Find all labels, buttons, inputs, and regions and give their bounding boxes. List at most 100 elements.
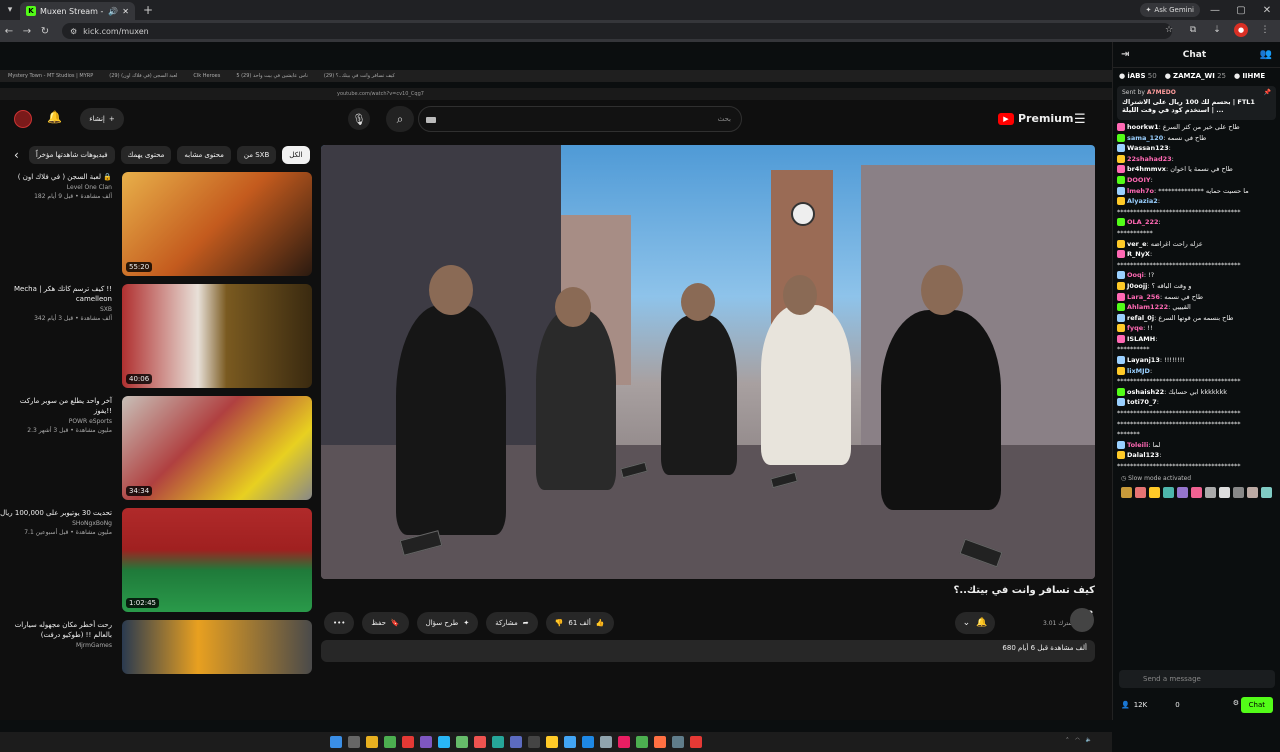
bookmark-star-icon[interactable]: ☆ [1162, 23, 1176, 37]
chat-username[interactable]: refal_0j [1127, 314, 1154, 322]
pinned-message[interactable]: Sent by A7MEDO 📌 بحسم لك 100 ريال على ال… [1117, 86, 1276, 120]
ask-gemini-button[interactable]: ✦ Ask Gemini [1139, 3, 1200, 17]
create-button[interactable]: إنشاء + [80, 108, 124, 130]
chevron-left-icon[interactable]: ‹ [14, 148, 19, 162]
start-icon[interactable] [330, 736, 342, 748]
chip-all[interactable]: الكل [282, 146, 310, 164]
emote[interactable] [1149, 486, 1160, 498]
channel-avatar[interactable] [1070, 608, 1094, 632]
forward-icon[interactable]: → [18, 26, 36, 37]
app-icon[interactable] [546, 736, 558, 748]
chat-username[interactable]: Wassan123 [1127, 144, 1169, 152]
video-description[interactable]: 680 ألف مشاهدة قبل 6 أيام [321, 640, 1095, 662]
chat-username[interactable]: lmeh7o [1127, 187, 1154, 195]
search-taskbar-icon[interactable] [348, 736, 360, 748]
recommendation-item[interactable]: Mecha | كيف ترسم كاتك هكر !! camelleon SX… [0, 282, 312, 390]
emote[interactable] [1205, 486, 1216, 498]
chat-username[interactable]: oshaish22 [1127, 388, 1164, 396]
url-field[interactable]: ⚙ kick.com/muxen [62, 23, 1172, 39]
app-icon[interactable] [582, 736, 594, 748]
user-avatar[interactable] [14, 110, 32, 128]
minimize-icon[interactable]: — [1202, 0, 1228, 20]
site-info-icon[interactable]: ⚙ [70, 27, 77, 36]
reload-icon[interactable]: ↻ [36, 26, 54, 37]
rec-thumbnail[interactable] [122, 172, 312, 276]
downloads-icon[interactable]: ⇣ [1210, 23, 1224, 37]
app-icon[interactable] [492, 736, 504, 748]
chat-username[interactable]: 22shahad23 [1127, 155, 1172, 163]
recommendation-item[interactable]: تحديت 30 يوتيوبر على 100,000 ريال SHoNgxB… [0, 506, 312, 614]
keyboard-icon[interactable] [426, 117, 436, 123]
subscribe-notify-button[interactable]: ⌄ 🔔 [955, 612, 995, 634]
rec-thumbnail[interactable] [122, 396, 312, 500]
stream-player[interactable]: Mystery Town - MT Studios | MYRP لعبة ال… [0, 42, 1112, 752]
emote[interactable] [1233, 486, 1244, 498]
app-icon[interactable] [600, 736, 612, 748]
emote[interactable] [1121, 486, 1132, 498]
browser-tab[interactable]: K Muxen Stream - Watch Live 🔊 ✕ [20, 2, 135, 20]
profile-avatar[interactable]: ● [1234, 23, 1248, 37]
recommendation-item[interactable]: رحت أخطر مكان مجهوله سيارات بالعالم !! (… [0, 618, 312, 674]
app-icon[interactable] [474, 736, 486, 748]
chat-username[interactable]: br4hmmvx [1127, 165, 1166, 173]
emote[interactable] [1135, 486, 1146, 498]
ask-button[interactable]: طرح سؤال ✦ [416, 612, 479, 634]
chat-username[interactable]: DOOIY [1127, 176, 1151, 184]
chat-username[interactable]: Alyazia2 [1127, 197, 1158, 205]
gifter[interactable]: ● ZAMZA_WI 25 [1165, 72, 1226, 80]
dislike-icon[interactable]: 👎 [555, 619, 564, 627]
chat-username[interactable]: Ooqi [1127, 271, 1144, 279]
chip[interactable]: من SXB [236, 146, 277, 164]
like-dislike-button[interactable]: 👎 61 ألف 👍 [545, 612, 614, 634]
video-player[interactable] [321, 145, 1095, 579]
share-button[interactable]: مشاركة ➦ [486, 612, 538, 634]
rec-thumbnail[interactable] [122, 508, 312, 612]
chat-username[interactable]: ISLAMH [1127, 335, 1155, 343]
wifi-icon[interactable]: ◠ [1075, 737, 1079, 743]
chat-username[interactable]: sama_120 [1127, 134, 1163, 142]
app-icon[interactable] [672, 736, 684, 748]
tab-search-icon[interactable]: ▾ [0, 0, 20, 20]
users-icon[interactable]: 👥 [1260, 49, 1272, 60]
app-icon[interactable] [690, 736, 702, 748]
emote[interactable] [1177, 486, 1188, 498]
app-icon[interactable] [456, 736, 468, 748]
app-icon[interactable] [636, 736, 648, 748]
chat-username[interactable]: fyqe [1127, 324, 1143, 332]
chat-username[interactable]: OLA_222 [1127, 218, 1159, 226]
chrome-menu-icon[interactable]: ⋮ [1258, 23, 1272, 37]
folder-icon[interactable] [366, 736, 378, 748]
pin-icon[interactable]: 📌 [1264, 89, 1271, 96]
collapse-chat-icon[interactable]: ⇥ [1121, 49, 1129, 60]
chip[interactable]: محتوى يهمك [120, 146, 172, 164]
more-button[interactable]: ••• [324, 612, 355, 634]
app-icon[interactable] [618, 736, 630, 748]
chat-username[interactable]: R_NyX [1127, 250, 1150, 258]
send-chat-button[interactable]: Chat [1240, 697, 1273, 713]
chat-username[interactable]: Layanj13 [1127, 356, 1160, 364]
chip[interactable]: محتوى مشابه [177, 146, 231, 164]
emote[interactable] [1247, 486, 1258, 498]
chat-username[interactable]: Toleili [1127, 441, 1148, 449]
close-window-icon[interactable]: ✕ [1254, 0, 1280, 20]
extensions-icon[interactable]: ⧉ [1186, 23, 1200, 37]
chat-username[interactable]: Lara_256 [1127, 293, 1160, 301]
chrome-icon[interactable] [384, 736, 396, 748]
pinned-user[interactable]: A7MEDO [1147, 89, 1176, 96]
chat-username[interactable]: lixMJD [1127, 367, 1150, 375]
chip[interactable]: فيديوهات شاهدتها مؤخراً [28, 146, 115, 164]
save-button[interactable]: حفظ 🔖 [362, 612, 409, 634]
maximize-icon[interactable]: ▢ [1228, 0, 1254, 20]
back-icon[interactable]: ← [0, 26, 18, 37]
emote[interactable] [1261, 486, 1272, 498]
search-icon[interactable]: ⌕ [386, 106, 414, 132]
recommendation-item[interactable]: لعبة السجن ( في فلاك اون ) 🔒 Level One Cl… [0, 170, 312, 278]
youtube-premium-logo[interactable]: ▶ Premium [998, 112, 1073, 125]
chat-message-input[interactable]: Send a message [1119, 670, 1275, 688]
rec-thumbnail[interactable] [122, 284, 312, 388]
app-icon[interactable] [420, 736, 432, 748]
tab-audio-icon[interactable]: 🔊 [108, 7, 118, 16]
emote[interactable] [1219, 486, 1230, 498]
app-icon[interactable] [438, 736, 450, 748]
gifter[interactable]: ● IIHME [1234, 72, 1265, 80]
